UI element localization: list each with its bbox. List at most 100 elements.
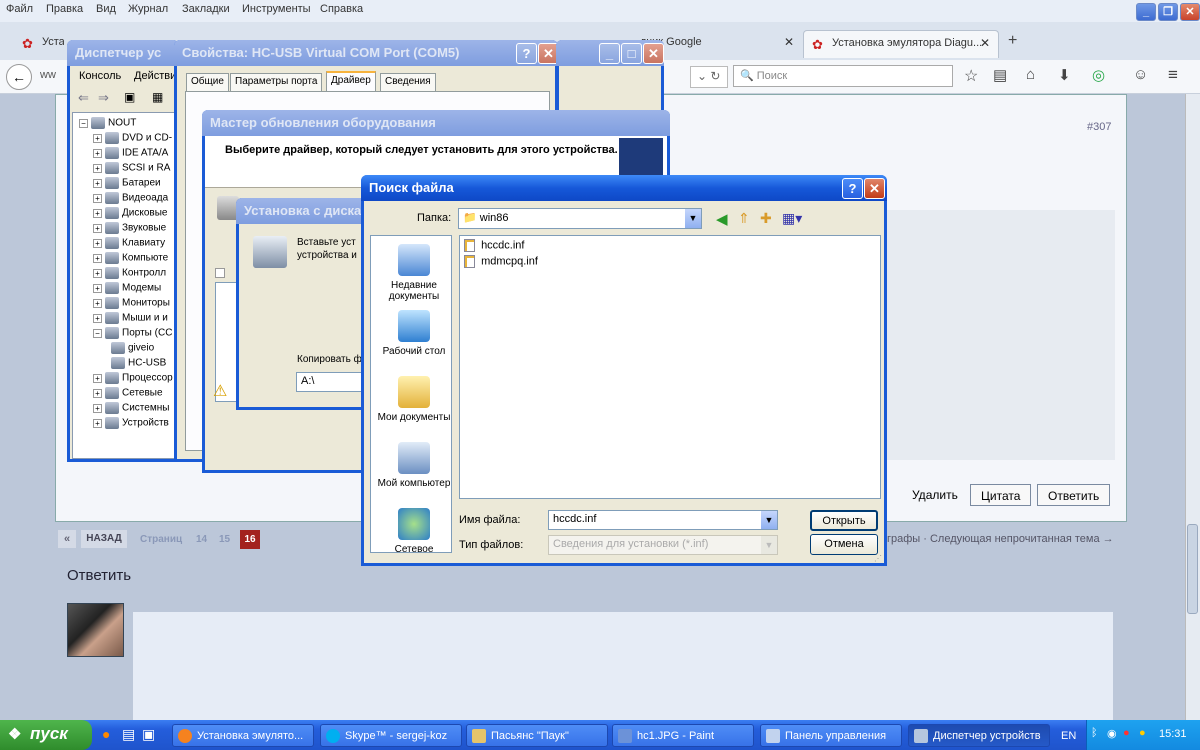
close-icon[interactable]: ✕ — [1180, 3, 1200, 21]
menu-view[interactable]: Вид — [96, 3, 116, 15]
pager-page-current[interactable]: 16 — [240, 530, 260, 549]
expand-icon[interactable]: + — [93, 373, 102, 383]
close-icon[interactable]: ✕ — [643, 43, 664, 64]
addon-icon[interactable]: ◎ — [1092, 66, 1105, 84]
new-folder-icon[interactable]: ✚ — [760, 210, 772, 227]
bookmarks-list-icon[interactable]: ▤ — [993, 66, 1007, 84]
expand-icon[interactable]: + — [93, 163, 102, 173]
expand-icon[interactable]: + — [93, 298, 102, 308]
device-tree-item[interactable]: + Мыши и и — [93, 312, 168, 324]
back-icon[interactable]: ← — [6, 64, 32, 90]
security-icon[interactable]: ● — [1123, 727, 1130, 739]
expand-icon[interactable]: + — [93, 208, 102, 218]
taskbar-item-skype[interactable]: Skype™ - sergej-koz — [320, 724, 462, 747]
back-icon[interactable]: ◀ — [716, 210, 728, 228]
device-tree-item[interactable]: + Системны — [93, 402, 169, 414]
bookmark-star-icon[interactable]: ☆ — [964, 66, 978, 86]
close-icon[interactable]: ✕ — [864, 178, 885, 199]
device-tree-item[interactable]: + Звуковые — [93, 222, 166, 234]
tab-1[interactable]: ✿ Устан — [14, 30, 64, 58]
device-tree-item[interactable]: + Компьюте — [93, 252, 168, 264]
device-tree-item[interactable]: + Дисковые — [93, 207, 167, 219]
properties-titlebar[interactable]: Свойства: HC-USB Virtual COM Port (COM5) — [174, 40, 558, 66]
search-input[interactable]: 🔍 Поиск — [733, 65, 953, 87]
chevron-down-icon[interactable]: ▼ — [685, 209, 701, 228]
expand-icon[interactable]: + — [93, 283, 102, 293]
tab-details[interactable]: Сведения — [380, 73, 436, 91]
update-icon[interactable]: ● — [1139, 727, 1146, 739]
device-tree-item[interactable]: + Контролл — [93, 267, 166, 279]
expand-icon[interactable]: + — [93, 403, 102, 413]
expand-icon[interactable]: + — [93, 238, 102, 248]
file-item[interactable]: mdmcpq.inf — [464, 255, 538, 268]
open-button[interactable]: Открыть — [810, 510, 878, 531]
taskbar-item-firefox[interactable]: Установка эмулято... — [172, 724, 314, 747]
expand-icon[interactable]: + — [93, 133, 102, 143]
expand-icon[interactable]: + — [93, 178, 102, 188]
device-tree-item[interactable]: + Процессор — [93, 372, 173, 384]
places-desktop[interactable]: Рабочий стол — [375, 310, 453, 357]
menu-file[interactable]: Файл — [6, 3, 33, 15]
pager-back[interactable]: НАЗАД — [81, 530, 127, 548]
file-list[interactable]: hccdc.inf mdmcpq.inf — [459, 235, 881, 499]
device-tree-item[interactable]: + Батареи — [93, 177, 161, 189]
device-tree-item[interactable]: + Клавиату — [93, 237, 165, 249]
compatible-checkbox[interactable] — [215, 268, 225, 278]
copy-from-input[interactable]: A:\ — [296, 372, 366, 392]
device-tree-item[interactable]: + Сетевые — [93, 387, 163, 399]
url-bar-end[interactable]: ⌄ ↻ — [690, 66, 728, 88]
device-tree-item[interactable]: giveio — [111, 342, 154, 354]
taskbar-item-control-panel[interactable]: Панель управления — [760, 724, 902, 747]
expand-icon[interactable]: + — [93, 418, 102, 428]
places-recent[interactable]: Недавние документы — [375, 244, 453, 302]
device-tree-item[interactable]: + IDE ATA/A — [93, 147, 168, 159]
device-tree-item[interactable]: + Видеоада — [93, 192, 168, 204]
post-number[interactable]: #307 — [1087, 121, 1111, 133]
folder-select[interactable]: 📁 win86 ▼ — [458, 208, 702, 229]
scroll-thumb[interactable] — [1187, 524, 1198, 614]
chevron-down-icon[interactable]: ▼ — [761, 511, 777, 529]
tab-active[interactable]: ✿ Установка эмулятора Diagu... ✕ — [803, 30, 999, 58]
back-icon[interactable]: ⇐ — [78, 90, 89, 106]
tab-port-settings[interactable]: Параметры порта — [230, 73, 323, 91]
tab-driver[interactable]: Драйвер — [326, 71, 376, 92]
expand-icon[interactable]: + — [93, 388, 102, 398]
device-tree-item[interactable]: HC-USB — [111, 357, 166, 369]
pager-page-15[interactable]: 15 — [219, 534, 230, 545]
page-scrollbar[interactable] — [1185, 94, 1200, 720]
help-icon[interactable]: ? — [842, 178, 863, 199]
wizard-titlebar[interactable]: Мастер обновления оборудования — [202, 110, 670, 136]
resize-grip-icon[interactable]: ⋰ — [874, 554, 882, 563]
device-tree-item[interactable]: + DVD и CD- — [93, 132, 172, 144]
up-folder-icon[interactable]: ⇑ — [738, 210, 750, 227]
device-tree-item[interactable]: + Модемы — [93, 282, 161, 294]
menu-bookmarks[interactable]: Закладки — [182, 3, 230, 15]
collapse-icon[interactable]: − — [93, 328, 102, 338]
view-icon[interactable]: ▣ — [124, 90, 135, 104]
menu-history[interactable]: Журнал — [128, 3, 168, 15]
places-my-computer[interactable]: Мой компьютер — [375, 442, 453, 489]
menu-help[interactable]: Справка — [320, 3, 363, 15]
language-indicator[interactable]: EN — [1061, 730, 1076, 742]
menu-action[interactable]: Действи — [134, 70, 176, 82]
chevron-down-icon[interactable]: ▼ — [761, 536, 777, 554]
device-tree-item[interactable]: + Мониторы — [93, 297, 170, 309]
next-unread-link[interactable]: графы · Следующая непрочитанная тема → — [887, 533, 1114, 545]
home-icon[interactable]: ⌂ — [1026, 66, 1035, 83]
bluetooth-icon[interactable]: ᛒ — [1091, 727, 1098, 739]
reply-textarea[interactable] — [133, 612, 1113, 720]
expand-icon[interactable]: + — [93, 268, 102, 278]
start-button[interactable]: ❖ пуск — [0, 720, 92, 750]
device-tree-item[interactable]: − Порты (CC — [93, 327, 172, 339]
properties-icon[interactable]: ▦ — [152, 90, 163, 104]
smiley-icon[interactable]: ☺ — [1133, 66, 1148, 83]
file-item[interactable]: hccdc.inf — [464, 239, 524, 252]
device-tree-item[interactable]: + SCSI и RA — [93, 162, 170, 174]
minimize-icon[interactable]: _ — [1136, 3, 1156, 21]
expand-icon[interactable]: + — [93, 313, 102, 323]
firefox-quicklaunch-icon[interactable]: ● — [102, 726, 110, 742]
device-manager-titlebar[interactable]: Диспетчер ус — [67, 40, 179, 66]
menu-edit[interactable]: Правка — [46, 3, 83, 15]
pager-page-14[interactable]: 14 — [196, 534, 207, 545]
menu-console[interactable]: Консоль — [79, 70, 121, 82]
